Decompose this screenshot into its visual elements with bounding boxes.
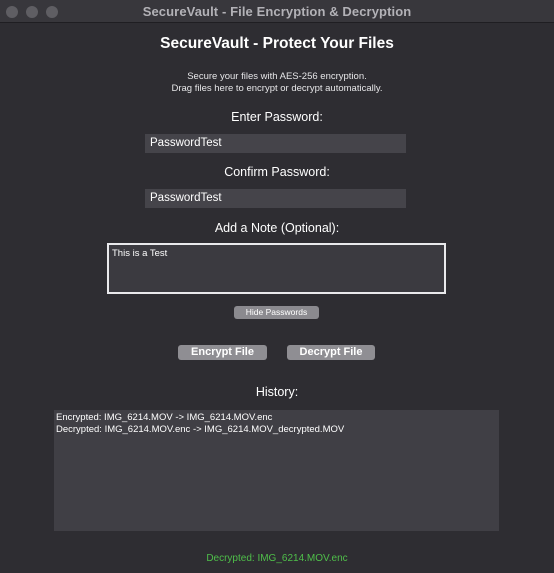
history-entry: Decrypted: IMG_6214.MOV.enc -> IMG_6214.… [56,423,345,435]
note-label: Add a Note (Optional): [214,221,340,235]
password-field[interactable]: PasswordTest [145,134,406,153]
window-controls [6,6,58,18]
status-message: Decrypted: IMG_6214.MOV.enc [206,553,348,564]
confirm-password-field[interactable]: PasswordTest [145,189,406,208]
history-label: History: [255,385,299,399]
history-entry: Encrypted: IMG_6214.MOV -> IMG_6214.MOV.… [56,412,273,423]
window-title: SecureVault - File Encryption & Decrypti… [142,3,412,19]
page-subtitle: Secure your files with AES-256 encryptio… [0,71,554,95]
minimize-icon[interactable] [26,6,38,18]
note-text: This is a Test [112,248,168,259]
subtitle-line-2: Drag files here to encrypt or decrypt au… [171,83,383,94]
title-bar[interactable]: SecureVault - File Encryption & Decrypti… [0,0,554,23]
page-title: SecureVault - Protect Your Files [160,35,394,52]
subtitle-line-1: Secure your files with AES-256 encryptio… [187,71,367,82]
hide-passwords-button[interactable]: Hide Passwords [234,306,319,319]
confirm-password-label: Confirm Password: [224,165,330,179]
encrypt-file-button[interactable]: Encrypt File [178,345,267,360]
note-textarea[interactable]: This is a Test [107,243,446,294]
decrypt-file-button[interactable]: Decrypt File [287,345,375,360]
app-window: SecureVault - File Encryption & Decrypti… [0,0,554,573]
close-icon[interactable] [6,6,18,18]
password-label: Enter Password: [231,110,323,124]
history-list[interactable]: Encrypted: IMG_6214.MOV -> IMG_6214.MOV.… [54,410,499,531]
zoom-icon[interactable] [46,6,58,18]
